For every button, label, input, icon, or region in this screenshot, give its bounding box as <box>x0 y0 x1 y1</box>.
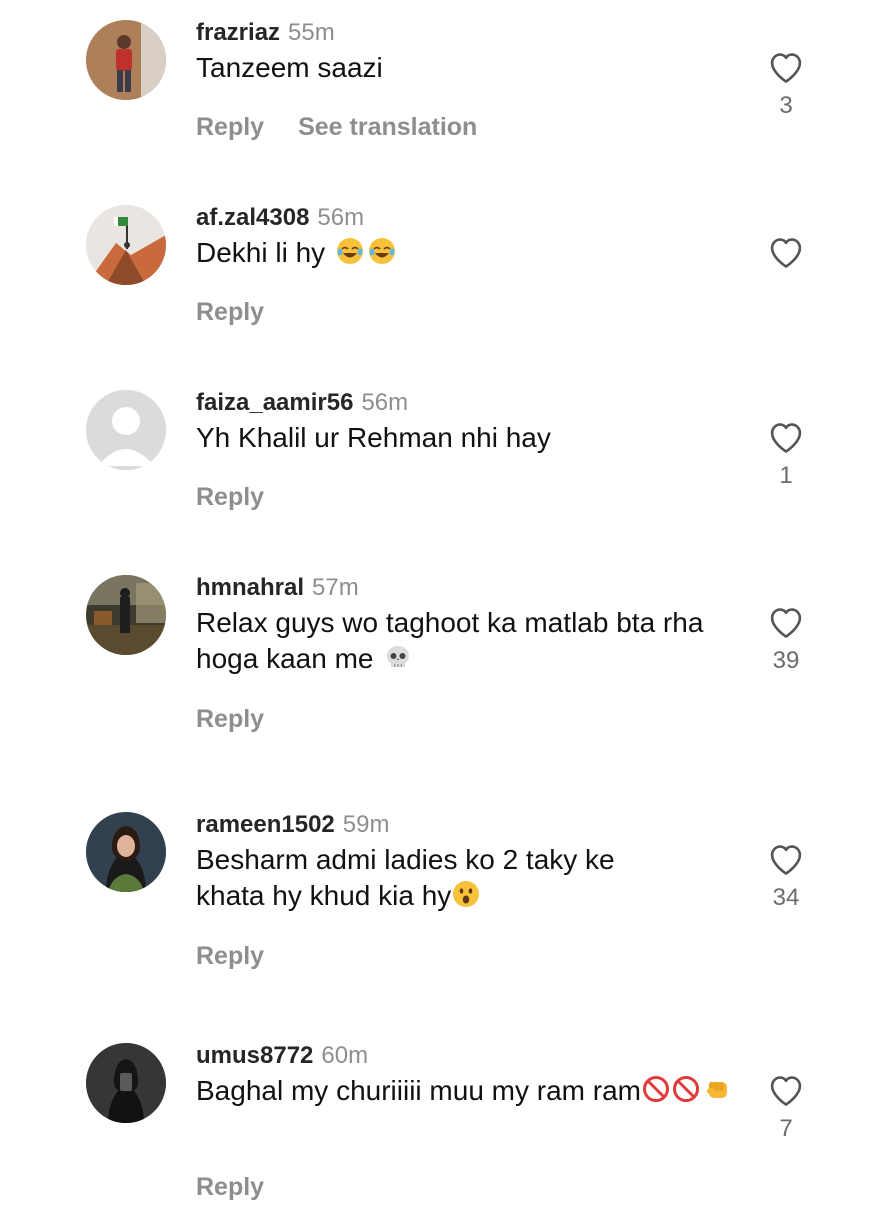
skull-emoji-icon <box>383 642 413 672</box>
like-area: 34 <box>766 840 806 912</box>
comment-time: 55m <box>288 19 335 46</box>
comment-text-body: Besharm admi ladies ko 2 taky ke khata h… <box>196 844 615 911</box>
comment-meta: faiza_aamir56 56m <box>196 388 408 418</box>
default-user-avatar-icon <box>86 390 166 470</box>
like-area: 39 <box>766 603 806 675</box>
like-count: 1 <box>779 462 793 489</box>
comment-item: faiza_aamir56 56m Yh Khalil ur Rehman nhi… <box>0 388 870 528</box>
comment-text: Tanzeem saazi <box>196 50 736 86</box>
like-count: 7 <box>779 1115 793 1142</box>
comment-time: 57m <box>312 574 359 601</box>
comment-text-body: Relax guys wo taghoot ka matlab bta rha … <box>196 607 704 674</box>
like-area <box>766 233 806 277</box>
like-count: 3 <box>779 92 793 119</box>
mountain-flag-avatar-icon <box>86 205 166 285</box>
comment-username[interactable]: faiza_aamir56 <box>196 389 353 416</box>
comment-actions: Reply <box>196 704 264 734</box>
comment-text: Dekhi li hy <box>196 235 736 271</box>
heart-icon[interactable] <box>766 48 806 84</box>
comment-username[interactable]: umus8772 <box>196 1042 313 1069</box>
avatar[interactable] <box>86 390 166 470</box>
laughing-tears-emoji-icon <box>367 236 397 266</box>
comment-username[interactable]: frazriaz <box>196 19 280 46</box>
comment-actions: Reply <box>196 297 264 327</box>
comment-actions: Reply <box>196 1172 264 1202</box>
comment-text-body: Tanzeem saazi <box>196 52 383 83</box>
comment-item: rameen1502 59m Besharm admi ladies ko 2 t… <box>0 810 870 990</box>
like-count: 39 <box>772 647 800 674</box>
comment-text: Relax guys wo taghoot ka matlab bta rha … <box>196 605 736 677</box>
comment-item: hmnahral 57m Relax guys wo taghoot ka mat… <box>0 573 870 753</box>
person-standing-avatar-icon <box>86 20 166 100</box>
heart-icon[interactable] <box>766 840 806 876</box>
comment-username[interactable]: hmnahral <box>196 574 304 601</box>
comment-meta: hmnahral 57m <box>196 573 359 603</box>
reply-button[interactable]: Reply <box>196 113 264 141</box>
comment-text-body: Baghal my churiiiii muu my ram ram <box>196 1075 641 1106</box>
laughing-tears-emoji-icon <box>335 236 365 266</box>
comment-meta: umus8772 60m <box>196 1041 368 1071</box>
comment-actions: Reply <box>196 941 264 971</box>
comment-text: Besharm admi ladies ko 2 taky ke khata h… <box>196 842 676 914</box>
comment-text-body: Yh Khalil ur Rehman nhi hay <box>196 422 551 453</box>
reply-button[interactable]: Reply <box>196 942 264 970</box>
fist-emoji-icon <box>703 1074 733 1104</box>
avatar[interactable] <box>86 575 166 655</box>
comment-username[interactable]: rameen1502 <box>196 811 335 838</box>
comment-text: Yh Khalil ur Rehman nhi hay <box>196 420 736 456</box>
prohibited-emoji-icon <box>641 1074 671 1104</box>
avatar[interactable] <box>86 20 166 100</box>
comment-meta: frazriaz 55m <box>196 18 335 48</box>
comment-item: umus8772 60m Baghal my churiiiii muu my r… <box>0 1041 870 1215</box>
comment-time: 56m <box>361 389 409 416</box>
comment-actions: Reply See translation <box>196 112 477 142</box>
dark-mirror-selfie-avatar-icon <box>86 1043 166 1123</box>
like-count: 34 <box>772 884 800 911</box>
avatar[interactable] <box>86 1043 166 1123</box>
heart-icon[interactable] <box>766 233 806 269</box>
reply-button[interactable]: Reply <box>196 705 264 733</box>
reply-button[interactable]: Reply <box>196 298 264 326</box>
night-scene-avatar-icon <box>86 575 166 655</box>
comment-meta: rameen1502 59m <box>196 810 389 840</box>
heart-icon[interactable] <box>766 1071 806 1107</box>
heart-icon[interactable] <box>766 603 806 639</box>
avatar[interactable] <box>86 205 166 285</box>
comment-username[interactable]: af.zal4308 <box>196 204 309 231</box>
heart-icon[interactable] <box>766 418 806 454</box>
prohibited-emoji-icon <box>671 1074 701 1104</box>
woman-portrait-avatar-icon <box>86 812 166 892</box>
like-area: 3 <box>766 48 806 120</box>
surprised-face-emoji-icon <box>451 879 481 909</box>
like-area: 1 <box>766 418 806 490</box>
avatar[interactable] <box>86 812 166 892</box>
reply-button[interactable]: Reply <box>196 1173 264 1201</box>
comment-actions: Reply <box>196 482 264 512</box>
comment-text: Baghal my churiiiii muu my ram ram <box>196 1073 741 1109</box>
comment-time: 56m <box>317 204 365 231</box>
like-area: 7 <box>766 1071 806 1143</box>
comment-item: frazriaz 55m Tanzeem saazi Reply See trans… <box>0 18 870 158</box>
comment-time: 60m <box>321 1042 369 1069</box>
comment-item: af.zal4308 56m Dekhi li hy Reply <box>0 203 870 343</box>
reply-button[interactable]: Reply <box>196 483 264 511</box>
comment-text-body: Dekhi li hy <box>196 237 333 268</box>
comment-time: 59m <box>342 811 390 838</box>
comment-meta: af.zal4308 56m <box>196 203 364 233</box>
see-translation-button[interactable]: See translation <box>298 113 477 141</box>
